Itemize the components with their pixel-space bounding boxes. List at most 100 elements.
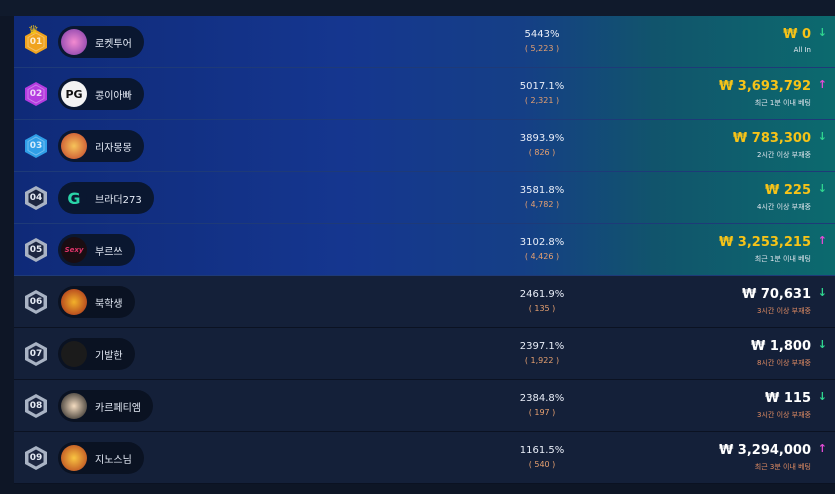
spin-count: ( 1,922 ) — [524, 356, 560, 365]
leaderboard: 01 ♛ 로켓투어 5443% ( 5,223 ) ₩ 0 All In ↓ 02 PG 콩이아빠 5… — [14, 16, 835, 494]
arrow-down-icon: ↓ — [817, 286, 827, 299]
player-name: 리자몽몽 — [95, 142, 132, 154]
player-name: 기발한 — [95, 350, 123, 362]
player-pill[interactable]: G 브라더273 — [58, 182, 154, 214]
arrow-down-icon: ↓ — [817, 182, 827, 195]
activity-status: 4시간 이상 부재중 — [757, 203, 811, 211]
player-pill[interactable]: 지노스님 — [58, 442, 144, 474]
rank-badge: 02 — [24, 81, 48, 107]
monkey-king-game-icon — [61, 445, 87, 471]
player-name: 북학생 — [95, 298, 123, 310]
win-percent: 2397.1% — [519, 341, 565, 352]
balance-amount: ₩ 115 — [764, 391, 811, 406]
player-name: 지노스님 — [95, 454, 132, 466]
rank-badge: 01 ♛ — [24, 23, 48, 55]
rank-badge: 04 — [24, 185, 48, 211]
win-percent: 5443% — [524, 29, 560, 40]
spin-count: ( 197 ) — [528, 408, 556, 417]
activity-status: All In — [793, 46, 811, 54]
activity-status: 3시간 이상 부재중 — [757, 307, 811, 315]
activity-status: 3시간 이상 부재중 — [757, 411, 811, 419]
spin-count: ( 2,321 ) — [524, 96, 560, 105]
spin-count: ( 5,223 ) — [524, 44, 560, 53]
leaderboard-row: 05 Sexy 부르쓰 3102.8% ( 4,426 ) ₩ 3,253,215 최근 1… — [14, 224, 835, 276]
spin-count: ( 135 ) — [528, 304, 556, 313]
leaderboard-row: 04 G 브라더273 3581.8% ( 4,782 ) ₩ 225 4시간 이상 부재중… — [14, 172, 835, 224]
leaderboard-row: 08 카르페티엠 2384.8% ( 197 ) ₩ 115 3시간 이상 부재중 ↓ — [14, 380, 835, 432]
balance-amount: ₩ 1,800 — [751, 339, 811, 354]
avatar-logo-text: G — [67, 188, 81, 208]
avatar-logo-text: PG — [65, 87, 83, 101]
arrow-down-icon: ↓ — [817, 26, 827, 39]
player-name: 부르쓰 — [95, 246, 123, 258]
balance-amount: ₩ 3,693,792 — [718, 79, 811, 94]
crown-icon: ♛ — [28, 23, 39, 37]
character-game-icon — [61, 393, 87, 419]
player-pill[interactable]: Sexy 부르쓰 — [58, 234, 135, 266]
win-percent: 2461.9% — [519, 289, 565, 300]
player-pill[interactable]: 북학생 — [58, 286, 135, 318]
rank-badge: 08 — [24, 393, 48, 419]
activity-status: 최근 1분 이내 베팅 — [754, 255, 811, 263]
activity-status: 최근 3분 이내 베팅 — [754, 463, 811, 471]
player-pill[interactable]: 카르페티엠 — [58, 390, 153, 422]
win-percent: 3102.8% — [519, 237, 565, 248]
leaderboard-row: 02 PG 콩이아빠 5017.1% ( 2,321 ) ₩ 3,693,792 최근 1분… — [14, 68, 835, 120]
spin-count: ( 4,426 ) — [524, 252, 560, 261]
monkey-game-icon — [61, 133, 87, 159]
player-name: 콩이아빠 — [95, 90, 132, 102]
balance-amount: ₩ 225 — [764, 183, 811, 198]
rank-badge: 07 — [24, 341, 48, 367]
arrow-up-icon: ↑ — [817, 78, 827, 91]
win-percent: 1161.5% — [519, 445, 565, 456]
rank-number: 05 — [29, 245, 43, 255]
spin-count: ( 4,782 ) — [524, 200, 560, 209]
rank-number: 06 — [29, 297, 43, 307]
arrow-up-icon: ↑ — [817, 442, 827, 455]
player-pill[interactable]: 로켓투어 — [58, 26, 144, 58]
activity-status: 8시간 이상 부재중 — [757, 359, 811, 367]
player-pill[interactable]: PG 콩이아빠 — [58, 78, 144, 110]
rank-number: 03 — [29, 141, 43, 151]
spin-count: ( 540 ) — [528, 460, 556, 469]
balance-amount: ₩ 3,253,215 — [718, 235, 811, 250]
arrow-down-icon: ↓ — [817, 130, 827, 143]
arrow-down-icon: ↓ — [817, 390, 827, 403]
win-percent: 3893.9% — [519, 133, 565, 144]
win-percent: 2384.8% — [519, 393, 565, 404]
spin-count: ( 826 ) — [528, 148, 556, 157]
rank-number: 07 — [29, 349, 43, 359]
arrow-down-icon: ↓ — [817, 338, 827, 351]
leaderboard-row: 07 기발한 2397.1% ( 1,922 ) ₩ 1,800 8시간 이상 부재중 ↓ — [14, 328, 835, 380]
top-strip — [0, 0, 835, 16]
rocket-tour-game-icon — [61, 29, 87, 55]
pg-soft-logo-icon: PG — [61, 81, 87, 107]
silhouette-game-icon — [61, 341, 87, 367]
rank-badge: 06 — [24, 289, 48, 315]
player-name: 카르페티엠 — [95, 402, 141, 414]
rank-number: 04 — [29, 193, 43, 203]
player-name: 로켓투어 — [95, 38, 132, 50]
rank-number: 08 — [29, 401, 43, 411]
balance-amount: ₩ 3,294,000 — [718, 443, 811, 458]
player-name: 브라더273 — [95, 194, 142, 206]
arrow-up-icon: ↑ — [817, 234, 827, 247]
win-percent: 5017.1% — [519, 81, 565, 92]
activity-status: 최근 1분 이내 베팅 — [754, 99, 811, 107]
balance-amount: ₩ 0 — [783, 27, 811, 42]
egypt-game-icon — [61, 289, 87, 315]
rank-badge: 05 — [24, 237, 48, 263]
rank-badge: 03 — [24, 133, 48, 159]
leaderboard-row: 01 ♛ 로켓투어 5443% ( 5,223 ) ₩ 0 All In ↓ — [14, 16, 835, 68]
leaderboard-row: 09 지노스님 1161.5% ( 540 ) ₩ 3,294,000 최근 3분 이내 … — [14, 432, 835, 484]
rank-badge: 09 — [24, 445, 48, 471]
rank-number: 09 — [29, 453, 43, 463]
player-pill[interactable]: 기발한 — [58, 338, 135, 370]
player-pill[interactable]: 리자몽몽 — [58, 130, 144, 162]
win-percent: 3581.8% — [519, 185, 565, 196]
sexy-logo-icon: Sexy — [61, 237, 87, 263]
leaderboard-row: 06 북학생 2461.9% ( 135 ) ₩ 70,631 3시간 이상 부재중 ↓ — [14, 276, 835, 328]
balance-amount: ₩ 70,631 — [741, 287, 811, 302]
activity-status: 2시간 이상 부재중 — [757, 151, 811, 159]
g-logo-icon: G — [61, 185, 87, 211]
